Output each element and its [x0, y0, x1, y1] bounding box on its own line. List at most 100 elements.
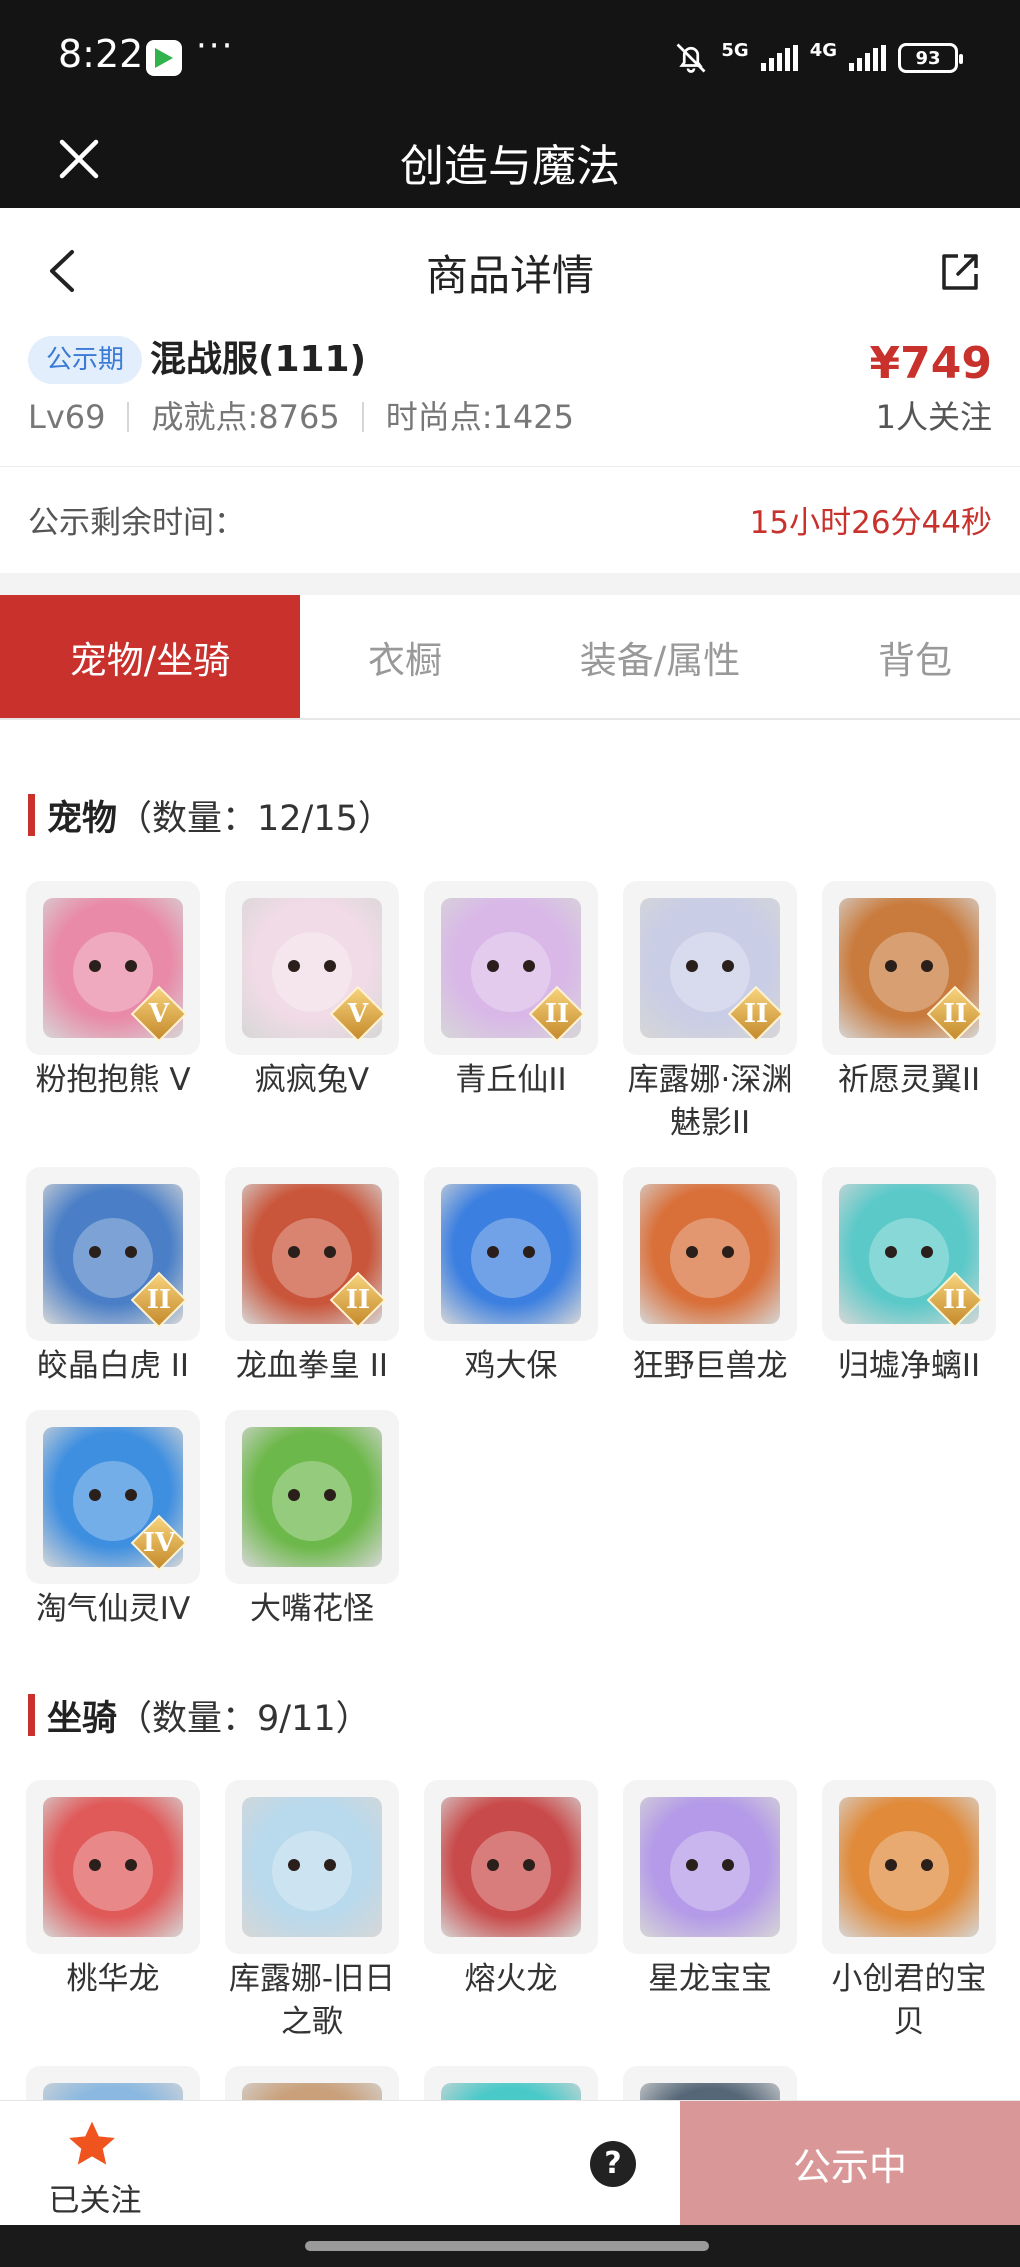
- list-item[interactable]: II 祈愿灵翼II: [822, 881, 996, 1145]
- price: ¥749: [869, 338, 992, 389]
- fashion-points: 时尚点:1425: [385, 398, 574, 436]
- item-name: 青丘仙II: [455, 1062, 567, 1098]
- product-info: 公示期 混战服(111) ¥749 Lv69 成就点:8765 时尚点:1425…: [0, 332, 1020, 466]
- network-4g-label: 4G: [809, 40, 837, 61]
- section-marker: [28, 1694, 35, 1736]
- list-item[interactable]: 熔火龙: [424, 1780, 598, 2044]
- item-name: 桃华龙: [66, 1961, 160, 1997]
- item-thumbnail: II: [225, 1167, 399, 1341]
- app-title: 创造与魔法: [400, 141, 620, 192]
- item-name: 库露娜·深渊魅影II: [627, 1062, 793, 1141]
- grade-badge-icon: IV: [130, 1514, 188, 1572]
- item-image: [441, 1184, 581, 1324]
- app-root: 8:22 ··· 5G 4G 93 创造与魔法 商品详情 公示期 混战服(111…: [0, 0, 1020, 2267]
- grade-text: IV: [142, 1528, 176, 1558]
- follow-label: 已关注: [48, 2183, 142, 2219]
- bell-muted-icon: [676, 43, 706, 73]
- status-time: 8:22: [58, 32, 144, 76]
- follower-count: 1人关注: [875, 398, 992, 436]
- tab-wardrobe[interactable]: 衣橱: [300, 595, 510, 718]
- item-name: 熔火龙: [464, 1961, 558, 1997]
- page-header: 商品详情: [0, 208, 1020, 332]
- list-item[interactable]: 桃华龙: [26, 1780, 200, 2044]
- list-item[interactable]: V 粉抱抱熊 V: [26, 881, 200, 1145]
- grade-text: II: [345, 1285, 371, 1315]
- list-item[interactable]: IV 淘气仙灵IV: [26, 1410, 200, 1631]
- item-thumbnail: [623, 1780, 797, 1954]
- grade-badge-icon: V: [130, 985, 188, 1043]
- grade-text: V: [347, 999, 369, 1029]
- list-item[interactable]: II 皎晶白虎 II: [26, 1167, 200, 1388]
- item-name: 库露娜-旧日之歌: [228, 1961, 396, 2040]
- grade-badge-icon: II: [329, 1271, 387, 1329]
- more-notifications-icon: ···: [196, 26, 235, 66]
- list-item[interactable]: 大嘴花怪: [225, 1410, 399, 1631]
- item-image: [43, 1797, 183, 1937]
- help-icon[interactable]: ?: [590, 2141, 636, 2187]
- battery-icon: 93: [898, 43, 963, 73]
- tab-equipment[interactable]: 装备/属性: [510, 595, 810, 718]
- list-item[interactable]: II 归墟净螭II: [822, 1167, 996, 1388]
- item-thumbnail: V: [26, 881, 200, 1055]
- item-name: 鸡大保: [464, 1348, 558, 1384]
- follow-button[interactable]: 已关注: [40, 2117, 150, 2219]
- grade-text: V: [148, 999, 170, 1029]
- list-item[interactable]: II 青丘仙II: [424, 881, 598, 1145]
- item-thumbnail: [26, 1780, 200, 1954]
- item-thumbnail: [822, 1780, 996, 1954]
- item-name: 狂野巨兽龙: [632, 1348, 788, 1384]
- countdown-label: 公示剩余时间：: [28, 505, 245, 541]
- item-thumbnail: V: [225, 881, 399, 1055]
- item-name: 星龙宝宝: [648, 1961, 772, 1997]
- section-spacer: [0, 573, 1020, 595]
- mounts-section-name: 坐骑: [47, 1698, 118, 1739]
- item-image: [242, 1427, 382, 1567]
- status-indicators: 5G 4G 93: [673, 36, 963, 80]
- grade-badge-icon: II: [727, 985, 785, 1043]
- mounts-section-count: （数量：9/11）: [117, 1698, 371, 1739]
- item-thumbnail: II: [822, 881, 996, 1055]
- list-item[interactable]: II 库露娜·深渊魅影II: [623, 881, 797, 1145]
- grade-badge-icon: II: [528, 985, 586, 1043]
- list-item[interactable]: V 疯疯兔V: [225, 881, 399, 1145]
- item-image: [640, 1797, 780, 1937]
- section-marker: [28, 794, 35, 836]
- list-item[interactable]: 星龙宝宝: [623, 1780, 797, 2044]
- app-title-bar: 创造与魔法: [0, 112, 1020, 208]
- signal-5g-icon: [760, 45, 798, 71]
- item-name: 粉抱抱熊 V: [35, 1062, 191, 1098]
- list-item[interactable]: 鸡大保: [424, 1167, 598, 1388]
- item-name: 疯疯兔V: [254, 1062, 370, 1098]
- item-name: 归墟净螭II: [837, 1348, 981, 1384]
- item-name: 淘气仙灵IV: [35, 1591, 191, 1627]
- bottom-action-bar: 已关注 ? 公示中: [0, 2100, 1020, 2226]
- status-badge: 公示期: [28, 336, 143, 384]
- publicity-status-button[interactable]: 公示中: [680, 2101, 1020, 2226]
- list-item[interactable]: 狂野巨兽龙: [623, 1167, 797, 1388]
- grade-text: II: [743, 999, 769, 1029]
- list-item[interactable]: II 龙血拳皇 II: [225, 1167, 399, 1388]
- stat-divider: [127, 402, 130, 432]
- grade-text: II: [942, 1285, 968, 1315]
- star-icon: [69, 2121, 115, 2165]
- grade-badge-icon: II: [926, 1271, 984, 1329]
- list-item[interactable]: 库露娜-旧日之歌: [225, 1780, 399, 2044]
- network-5g-label: 5G: [721, 40, 749, 61]
- item-name: 大嘴花怪: [250, 1591, 374, 1627]
- pets-section-title: 宠物 （数量：12/15）: [28, 790, 393, 840]
- tab-pets-mounts[interactable]: 宠物/坐骑: [0, 595, 300, 718]
- item-thumbnail: IV: [26, 1410, 200, 1584]
- item-thumbnail: II: [822, 1167, 996, 1341]
- share-icon[interactable]: [938, 250, 982, 294]
- home-indicator[interactable]: [305, 2241, 709, 2251]
- item-name: 龙血拳皇 II: [235, 1348, 389, 1384]
- level-text: Lv69: [28, 398, 106, 436]
- list-item[interactable]: 小创君的宝贝: [822, 1780, 996, 2044]
- item-image: [441, 1797, 581, 1937]
- tab-bag[interactable]: 背包: [810, 595, 1020, 718]
- item-name: 祈愿灵翼II: [837, 1062, 981, 1098]
- item-thumbnail: [424, 1780, 598, 1954]
- item-image: [839, 1797, 979, 1937]
- system-nav-bar: [0, 2225, 1020, 2267]
- item-thumbnail: II: [424, 881, 598, 1055]
